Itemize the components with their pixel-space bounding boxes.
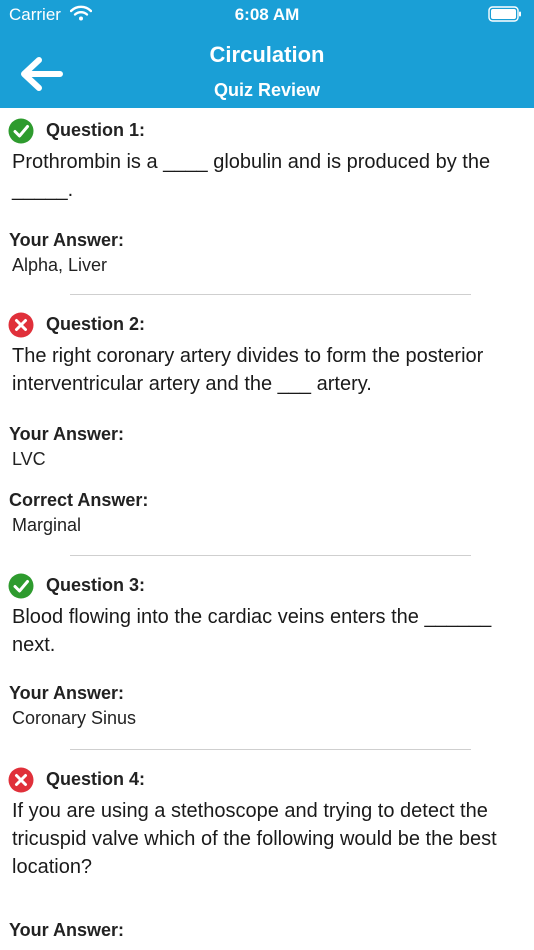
status-bar: Carrier 6:08 AM <box>0 0 534 30</box>
question-text: Prothrombin is a ____ globulin and is pr… <box>12 151 491 201</box>
page-subtitle: Quiz Review <box>213 80 321 100</box>
question-label: Question 1: <box>46 120 146 140</box>
check-circle-icon <box>8 573 34 599</box>
navigation-bar: Carrier 6:08 AM Circulation Quiz Review <box>0 0 534 108</box>
status-time: 6:08 AM <box>234 5 300 24</box>
x-circle-icon <box>8 767 34 793</box>
correct-answer-value: Marginal <box>12 515 82 535</box>
question-text: The right coronary artery divides to for… <box>12 345 484 395</box>
divider <box>70 555 471 556</box>
question-label: Question 3: <box>46 575 146 595</box>
your-answer-label: Your Answer: <box>9 920 125 940</box>
question-text: Blood flowing into the cardiac veins ent… <box>12 606 492 656</box>
page-title: Circulation <box>209 42 325 67</box>
your-answer-value: Coronary Sinus <box>12 708 137 728</box>
your-answer-value: LVC <box>12 449 46 469</box>
question-label: Question 2: <box>46 314 146 334</box>
x-circle-icon <box>8 312 34 338</box>
question-text: If you are using a stethoscope and tryin… <box>12 800 497 878</box>
check-circle-icon <box>8 118 34 144</box>
question-label: Question 4: <box>46 769 146 789</box>
your-answer-label: Your Answer: <box>9 230 125 250</box>
battery-icon <box>488 6 522 22</box>
correct-answer-label: Correct Answer: <box>9 490 149 510</box>
your-answer-label: Your Answer: <box>9 683 125 703</box>
divider <box>70 749 471 750</box>
your-answer-value: Alpha, Liver <box>12 255 108 275</box>
divider <box>70 294 471 295</box>
your-answer-label: Your Answer: <box>9 424 125 444</box>
